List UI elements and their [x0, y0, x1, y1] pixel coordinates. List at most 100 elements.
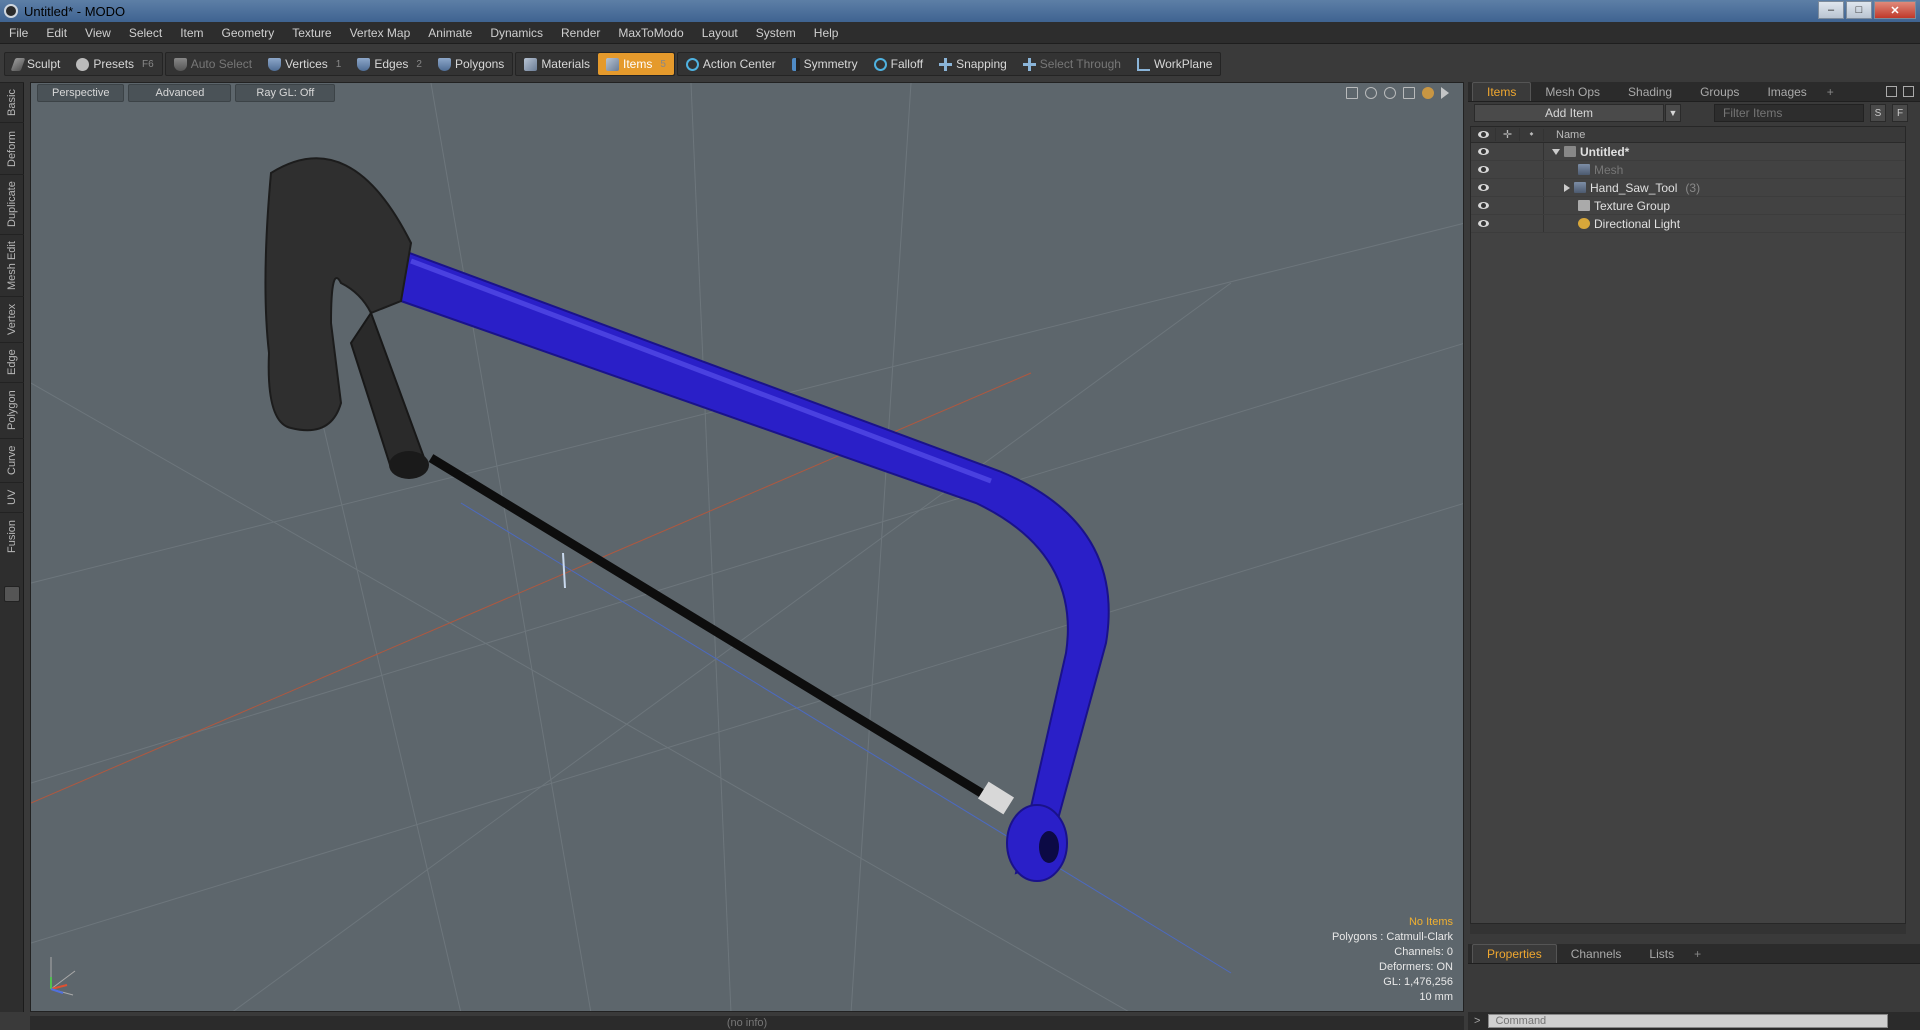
saw-blade[interactable]: [428, 454, 1004, 809]
fit-icon[interactable]: [1403, 87, 1415, 99]
eye-icon[interactable]: [1471, 202, 1495, 209]
visibility-column-icon: [1471, 131, 1495, 138]
menu-item[interactable]: Item: [171, 22, 212, 44]
list-item-directional-light[interactable]: Directional Light: [1471, 215, 1905, 233]
sculpt-button[interactable]: Sculpt: [5, 53, 68, 75]
falloff-button[interactable]: Falloff: [866, 53, 931, 75]
list-item-texture-group[interactable]: Texture Group: [1471, 197, 1905, 215]
3d-viewport[interactable]: Perspective Advanced Ray GL: Off No Item…: [30, 82, 1464, 1012]
tab-deform[interactable]: Deform: [0, 122, 24, 174]
add-item-button[interactable]: Add Item ▼: [1474, 104, 1681, 122]
expand-arrow-icon[interactable]: [1564, 183, 1570, 192]
menu-layout[interactable]: Layout: [693, 22, 747, 44]
name-column-header[interactable]: Name: [1543, 128, 1905, 141]
edges-button[interactable]: Edges 2: [349, 53, 430, 75]
maximize-button[interactable]: □: [1846, 1, 1872, 19]
y-axis-line: [562, 552, 566, 589]
vertices-button[interactable]: Vertices 1: [260, 53, 349, 75]
tab-basic[interactable]: Basic: [0, 82, 24, 122]
f-toggle-button[interactable]: F: [1892, 104, 1908, 122]
eye-icon[interactable]: [1471, 166, 1495, 173]
tab-vertex[interactable]: Vertex: [0, 296, 24, 342]
shading-mode-button[interactable]: Advanced: [128, 84, 232, 102]
items-button[interactable]: Items 5: [598, 53, 674, 75]
eye-icon[interactable]: [1471, 184, 1495, 191]
command-input[interactable]: [1488, 1014, 1889, 1028]
panel-corner-controls: [1886, 86, 1914, 97]
menu-help[interactable]: Help: [805, 22, 848, 44]
polygons-button[interactable]: Polygons: [430, 53, 512, 75]
menu-view[interactable]: View: [76, 22, 120, 44]
eye-icon[interactable]: [1471, 148, 1495, 155]
raygl-button[interactable]: Ray GL: Off: [235, 84, 336, 102]
tab-channels[interactable]: Channels: [1557, 945, 1636, 963]
menu-vertex-map[interactable]: Vertex Map: [341, 22, 420, 44]
menu-select[interactable]: Select: [120, 22, 171, 44]
list-item-scene[interactable]: Untitled*: [1471, 143, 1905, 161]
presets-icon: [76, 57, 90, 71]
add-props-tab-button[interactable]: +: [1688, 945, 1707, 963]
tab-uv[interactable]: UV: [0, 482, 24, 512]
s-toggle-button[interactable]: S: [1870, 104, 1886, 122]
pan-icon[interactable]: [1346, 87, 1358, 99]
tab-edge[interactable]: Edge: [0, 342, 24, 382]
auto-select-icon: [173, 57, 187, 71]
eye-icon[interactable]: [1471, 220, 1495, 227]
menu-file[interactable]: File: [0, 22, 37, 44]
list-item-mesh[interactable]: Mesh: [1471, 161, 1905, 179]
menu-system[interactable]: System: [747, 22, 805, 44]
panel-gear-icon[interactable]: [1903, 86, 1914, 97]
rotate-icon[interactable]: [1365, 87, 1377, 99]
gear-icon[interactable]: [1422, 87, 1434, 99]
tab-polygon[interactable]: Polygon: [0, 382, 24, 438]
command-bar: >: [1468, 1012, 1920, 1030]
tab-items[interactable]: Items: [1472, 82, 1532, 101]
texture-group-icon: [1578, 200, 1590, 211]
list-item-hand-saw-tool[interactable]: Hand_Saw_Tool (3): [1471, 179, 1905, 197]
menu-animate[interactable]: Animate: [419, 22, 481, 44]
tab-fusion[interactable]: Fusion: [0, 512, 24, 560]
menu-edit[interactable]: Edit: [37, 22, 76, 44]
maximize-panel-icon[interactable]: [1886, 86, 1897, 97]
item-list-scrollbar[interactable]: [1470, 924, 1906, 934]
tab-curve[interactable]: Curve: [0, 438, 24, 482]
symmetry-button[interactable]: Symmetry: [784, 53, 866, 75]
snapping-button[interactable]: Snapping: [931, 53, 1015, 75]
presets-button[interactable]: Presets F6: [68, 53, 161, 75]
add-item-dropdown-icon[interactable]: ▼: [1665, 104, 1681, 122]
tab-properties[interactable]: Properties: [1472, 944, 1557, 963]
filter-items-input[interactable]: [1714, 104, 1864, 122]
materials-icon: [524, 57, 538, 71]
action-center-label: Action Center: [702, 57, 776, 71]
collapse-arrow-icon[interactable]: [1552, 148, 1560, 155]
tab-mesh-edit[interactable]: Mesh Edit: [0, 234, 24, 296]
menu-render[interactable]: Render: [552, 22, 609, 44]
workplane-button[interactable]: WorkPlane: [1129, 53, 1220, 75]
view-mode-button[interactable]: Perspective: [37, 84, 125, 102]
saw-frame[interactable]: [399, 249, 1110, 875]
toggle-panel-button[interactable]: [4, 586, 20, 602]
add-tab-button[interactable]: +: [1821, 83, 1840, 101]
action-center-button[interactable]: Action Center: [678, 53, 784, 75]
modo-logo-icon: [4, 4, 18, 18]
expand-arrow-icon[interactable]: [1441, 87, 1449, 99]
minimize-button[interactable]: –: [1818, 1, 1844, 19]
close-button[interactable]: ✕: [1874, 1, 1916, 19]
menu-dynamics[interactable]: Dynamics: [481, 22, 552, 44]
menu-maxtomodo[interactable]: MaxToModo: [609, 22, 692, 44]
menu-texture[interactable]: Texture: [283, 22, 340, 44]
child-count: (3): [1685, 180, 1701, 195]
select-through-button[interactable]: Select Through: [1015, 53, 1129, 75]
zoom-icon[interactable]: [1384, 87, 1396, 99]
tab-groups[interactable]: Groups: [1686, 83, 1753, 101]
tab-images[interactable]: Images: [1753, 83, 1820, 101]
tab-duplicate[interactable]: Duplicate: [0, 174, 24, 234]
auto-select-button[interactable]: Auto Select: [166, 53, 260, 75]
tab-shading[interactable]: Shading: [1614, 83, 1686, 101]
materials-button[interactable]: Materials: [516, 53, 598, 75]
menu-geometry[interactable]: Geometry: [213, 22, 284, 44]
tab-lists[interactable]: Lists: [1635, 945, 1688, 963]
tab-mesh-ops[interactable]: Mesh Ops: [1531, 83, 1614, 101]
channels-info: Channels: 0: [1394, 946, 1453, 958]
scene-canvas[interactable]: [31, 83, 1464, 1012]
